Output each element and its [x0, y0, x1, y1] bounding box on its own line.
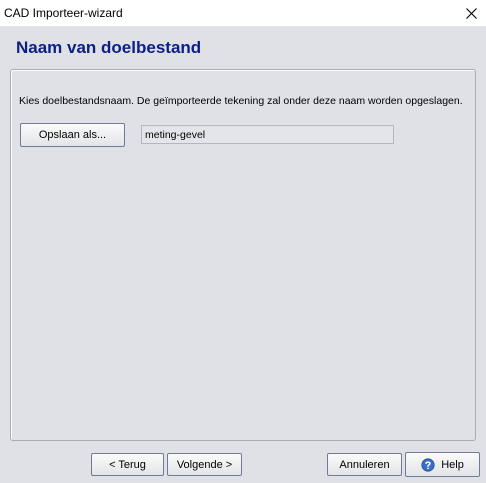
page-title: Naam van doelbestand — [16, 38, 202, 57]
next-button[interactable]: Volgende > — [167, 453, 242, 476]
close-icon — [465, 7, 477, 19]
close-button[interactable] — [456, 0, 486, 26]
help-button[interactable]: Help — [405, 452, 480, 477]
help-label: Help — [441, 458, 464, 471]
wizard-header: Naam van doelbestand — [0, 27, 486, 67]
content-panel: Kies doelbestandsnaam. De geïmporteerde … — [10, 69, 476, 441]
cancel-button[interactable]: Annuleren — [327, 453, 402, 476]
window-title: CAD Importeer-wizard — [4, 6, 123, 20]
instruction-text: Kies doelbestandsnaam. De geïmporteerde … — [19, 95, 463, 107]
filename-field: meting-gevel — [141, 125, 394, 144]
title-bar: CAD Importeer-wizard — [0, 0, 486, 27]
save-as-button[interactable]: Opslaan als... — [20, 123, 125, 147]
back-button[interactable]: < Terug — [91, 453, 164, 476]
help-icon — [421, 457, 435, 472]
